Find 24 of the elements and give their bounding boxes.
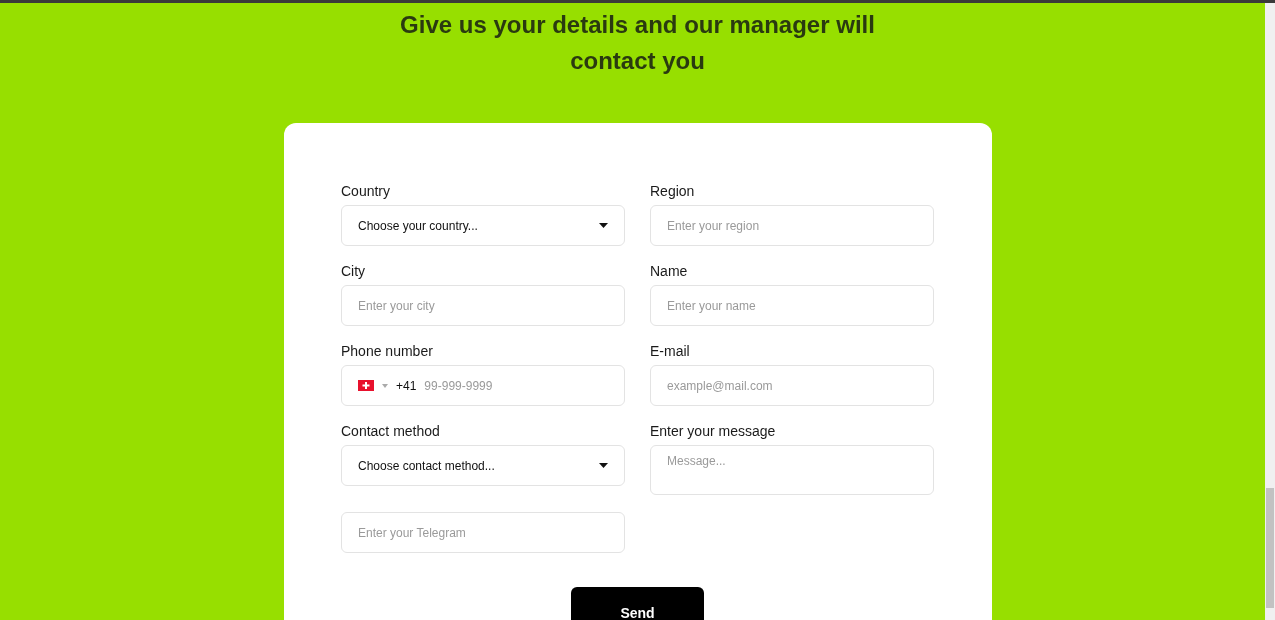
field-label: Contact method bbox=[341, 423, 441, 439]
field-label: Country bbox=[341, 183, 392, 199]
input-field[interactable]: Enter your city bbox=[341, 285, 625, 326]
caret-icon bbox=[599, 223, 608, 228]
caret-icon bbox=[599, 463, 608, 468]
select-field[interactable]: Choose contact method... bbox=[341, 445, 625, 486]
phone-field[interactable]: +41 99-999-9999 bbox=[341, 365, 625, 406]
message-field[interactable]: Message... bbox=[650, 445, 934, 495]
input-field[interactable]: example@mail.com bbox=[650, 365, 934, 406]
input-field[interactable]: Enter your region bbox=[650, 205, 934, 246]
form-heading: Give us your details and our manager will contact you bbox=[399, 10, 876, 76]
send-button[interactable]: Send bbox=[571, 587, 704, 620]
field-label: E-mail bbox=[650, 343, 691, 359]
field-label: Name bbox=[650, 263, 689, 279]
field-label: Region bbox=[650, 183, 696, 199]
swiss-flag-icon[interactable] bbox=[358, 380, 374, 391]
scrollbar[interactable] bbox=[1265, 3, 1275, 620]
field-label: Phone number bbox=[341, 343, 434, 359]
input-field[interactable]: Enter your name bbox=[650, 285, 934, 326]
input-field[interactable]: Enter your Telegram bbox=[341, 512, 625, 553]
select-field[interactable]: Choose your country... bbox=[341, 205, 625, 246]
field-label: Enter your message bbox=[650, 423, 777, 439]
field-label: City bbox=[341, 263, 367, 279]
dropdown-caret-icon[interactable] bbox=[382, 383, 388, 388]
